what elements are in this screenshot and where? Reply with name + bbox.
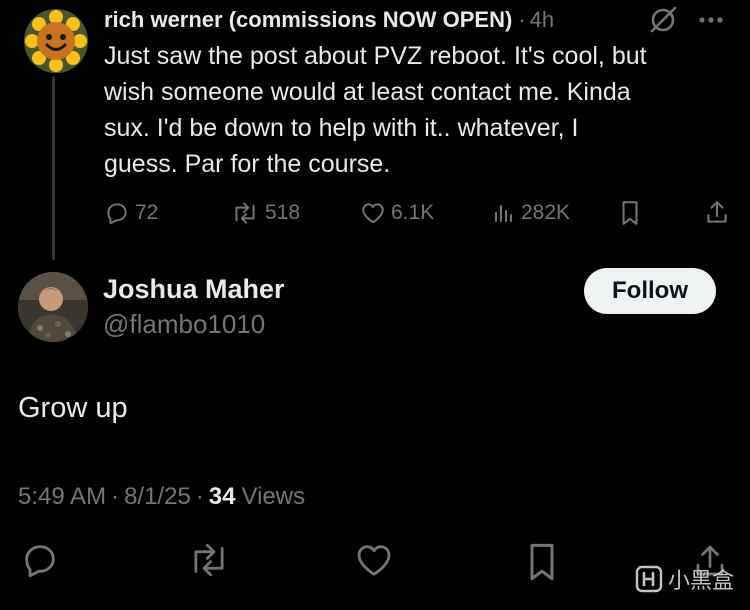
reply-action[interactable]: 72 [104,196,158,230]
repost-action-large[interactable] [186,540,232,585]
reply-icon [107,203,127,225]
repost-icon [235,202,255,224]
parent-separator: · [518,7,526,32]
parent-author-avatar[interactable] [24,9,88,73]
reply-metadata: 5:49 AM · 8/1/25 · 34 Views [18,483,305,511]
meta-separator: · [111,483,120,510]
parent-tweet-text: Just saw the post about PVZ reboot. It's… [104,42,647,178]
user-photo-icon [18,272,88,342]
heybox-watermark: 小黑盒 [634,562,734,596]
share-action[interactable] [704,196,730,230]
repost-icon [194,543,224,577]
reply-date[interactable]: 8/1/25 [124,483,191,511]
reply-author-name[interactable]: Joshua Maher [103,274,285,305]
reply-icon [25,545,55,578]
reply-views-count[interactable]: 34 [209,483,236,511]
parent-author-name[interactable]: rich werner (commissions NOW OPEN) [104,7,512,33]
reply-author-avatar[interactable] [18,272,88,342]
share-icon [707,201,727,223]
views-action[interactable]: 282K [492,196,570,230]
grok-slash-icon[interactable] [648,5,678,35]
reply-tweet-text: Grow up [18,392,128,424]
sunflower-avatar-icon [24,9,88,73]
reply-views-label: Views [241,483,306,510]
bookmark-action-large[interactable] [522,540,562,589]
reply-count: 72 [135,201,159,224]
repost-count: 518 [265,201,301,224]
parent-time-ago[interactable]: 4h [530,7,554,33]
analytics-icon [495,205,512,222]
bookmark-icon [530,543,554,581]
thread-connector-line [52,76,55,260]
more-icon[interactable] [694,8,728,32]
heybox-logo-icon [635,565,663,593]
like-action[interactable]: 6.1K [360,196,434,230]
like-count: 6.1K [391,201,435,224]
heart-icon [357,545,391,576]
parent-tweet-header: rich werner (commissions NOW OPEN) · 4h [104,6,554,34]
reply-action-large[interactable] [20,540,60,585]
reply-author-handle[interactable]: @flambo1010 [103,309,265,340]
like-action-large[interactable] [354,540,394,585]
heart-icon [362,203,384,224]
follow-button[interactable]: Follow [584,268,716,314]
meta-separator-2: · [195,483,204,510]
watermark-text: 小黑盒 [668,568,735,593]
bookmark-icon [622,201,638,225]
reply-time[interactable]: 5:49 AM [18,483,106,511]
bookmark-action[interactable] [617,196,643,230]
repost-action[interactable]: 518 [230,196,300,230]
views-count: 282K [521,201,571,224]
